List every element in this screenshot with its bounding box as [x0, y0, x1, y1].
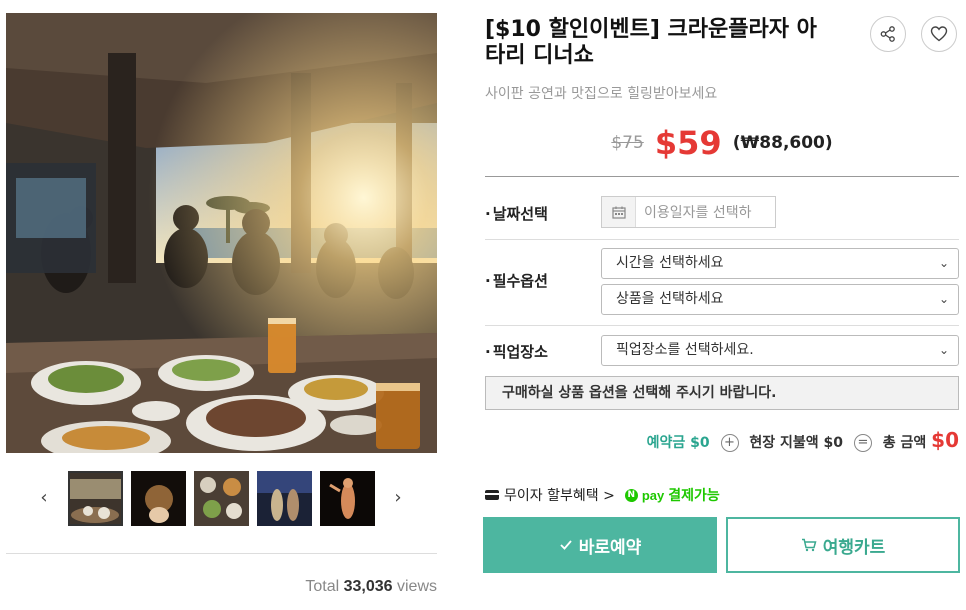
price-totals: 예약금 $0 + 현장 지불액 $0 = 총 금액 $0 — [485, 428, 959, 452]
deposit-label: 예약금 — [646, 435, 686, 451]
divider-options — [485, 325, 959, 326]
product-select-value: 상품을 선택하세요 — [616, 291, 724, 307]
add-to-cart-label: 여행카트 — [822, 537, 886, 557]
pickup-select-value: 픽업장소를 선택하세요. — [616, 342, 754, 358]
npay-logo-icon: N — [624, 488, 638, 502]
equals-icon: = — [853, 434, 872, 452]
view-count: Total 33,036 views — [305, 578, 437, 596]
divider-date — [485, 239, 959, 240]
thumbnail-strip: ‹ › — [30, 470, 420, 528]
card-icon — [485, 490, 499, 500]
thumbnail-4[interactable] — [257, 471, 312, 526]
cart-icon — [801, 538, 817, 552]
thumbnail-next-button[interactable]: › — [388, 484, 408, 512]
pickup-label: 픽업장소 — [485, 341, 548, 362]
installment-label: 무이자 할부혜택 — [504, 488, 599, 504]
chevron-down-icon: ⌄ — [938, 256, 949, 270]
installment-link[interactable]: 무이자 할부혜택 > — [504, 485, 615, 505]
main-product-photo — [6, 13, 437, 453]
onsite-label: 현장 지불액 — [749, 435, 819, 451]
sale-price: $59 — [654, 124, 722, 162]
divider-top — [485, 176, 959, 177]
required-option-label: 필수옵션 — [485, 270, 548, 291]
like-button[interactable] — [921, 16, 957, 52]
product-title: [$10 할인이벤트] 크라운플라자 아타리 디너쇼 — [485, 17, 817, 68]
date-placeholder: 이용일자를 선택하 — [644, 205, 752, 221]
total-value: $0 — [931, 428, 959, 452]
installment-arrow: > — [603, 488, 615, 504]
npay-pay-text: pay — [641, 487, 665, 503]
share-icon — [880, 26, 895, 42]
time-select-value: 시간을 선택하세요 — [616, 255, 724, 271]
thumbnail-3[interactable] — [194, 471, 249, 526]
pickup-select[interactable]: 픽업장소를 선택하세요. ⌄ — [601, 335, 959, 366]
share-button[interactable] — [870, 16, 906, 52]
book-now-button[interactable]: 바로예약 — [483, 517, 717, 573]
heart-icon — [930, 26, 948, 42]
thumbnail-prev-button[interactable]: ‹ — [34, 484, 54, 512]
plus-icon: + — [720, 434, 739, 452]
npay-badge: N pay 결제가능 — [624, 485, 720, 505]
date-picker-input[interactable]: 이용일자를 선택하 — [601, 196, 776, 228]
views-number: 33,036 — [343, 578, 393, 595]
views-prefix: Total — [305, 578, 340, 595]
deposit-value: $0 — [690, 435, 710, 451]
thumbnail-5[interactable] — [320, 471, 375, 526]
add-to-cart-button[interactable]: 여행카트 — [726, 517, 960, 573]
product-select[interactable]: 상품을 선택하세요 ⌄ — [601, 284, 959, 315]
payment-benefits: 무이자 할부혜택 > N pay 결제가능 — [485, 485, 720, 505]
onsite-value: $0 — [823, 435, 844, 451]
total-label: 총 금액 — [882, 435, 927, 451]
time-select[interactable]: 시간을 선택하세요 ⌄ — [601, 248, 959, 279]
book-now-label: 바로예약 — [578, 537, 642, 557]
price-row: $75 $59 (₩88,600) — [485, 124, 959, 162]
thumbnail-1[interactable] — [68, 471, 123, 526]
thumbnail-2[interactable] — [131, 471, 186, 526]
npay-label: 결제가능 — [668, 488, 720, 504]
original-price: $75 — [611, 133, 644, 153]
date-label: 날짜선택 — [485, 203, 548, 224]
views-suffix: views — [396, 578, 437, 595]
krw-price: (₩88,600) — [732, 133, 833, 153]
gallery-divider — [6, 553, 437, 554]
chevron-down-icon: ⌄ — [938, 343, 949, 357]
calendar-icon — [602, 197, 636, 227]
option-notice: 구매하실 상품 옵션을 선택해 주시기 바랍니다. — [485, 376, 959, 410]
chevron-down-icon: ⌄ — [938, 292, 949, 306]
product-subtitle: 사이판 공연과 맛집으로 힐링받아보세요 — [485, 86, 718, 102]
check-icon — [560, 540, 572, 550]
